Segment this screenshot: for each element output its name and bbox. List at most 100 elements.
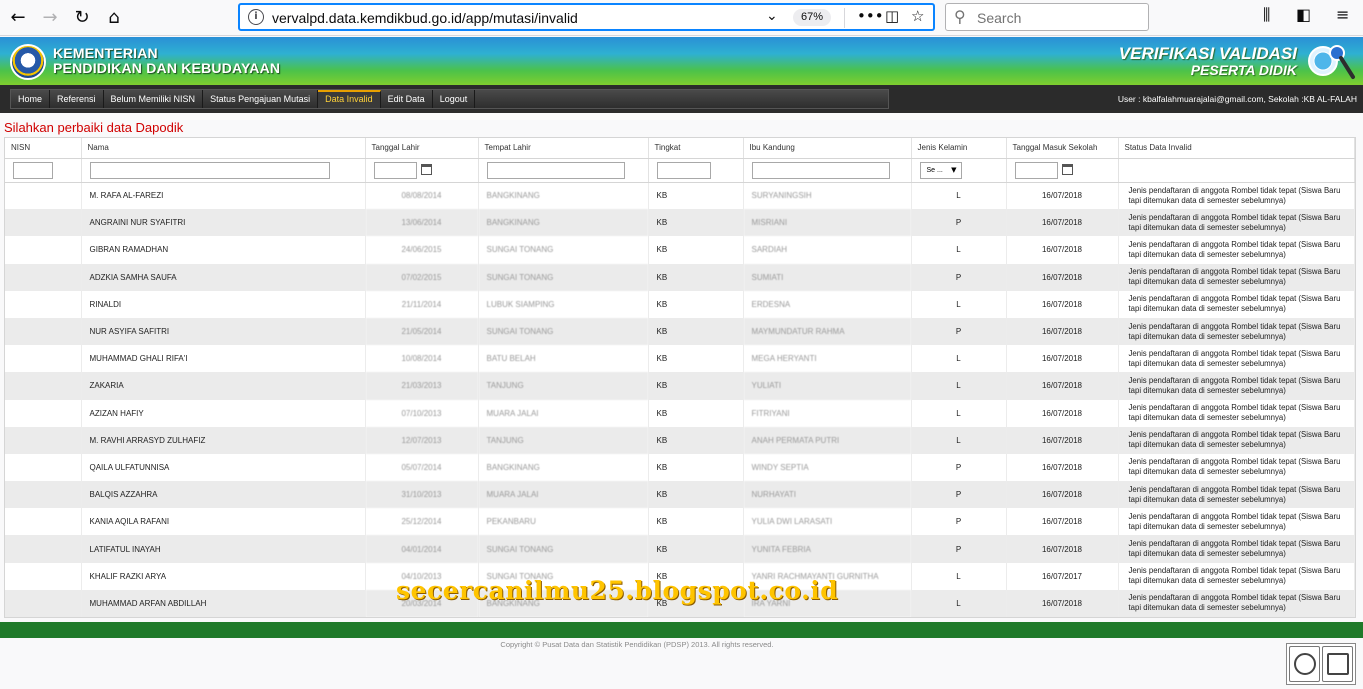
cell-tingkat: KB — [648, 209, 744, 237]
forward-icon[interactable]: → — [36, 4, 64, 30]
cell-nama: MUHAMMAD GHALI RIFA'I — [81, 345, 366, 373]
search-input[interactable]: ⚲ Search — [945, 3, 1149, 31]
pocket-icon[interactable]: ◫ — [885, 7, 899, 25]
table-row[interactable]: KANIA AQILA RAFANI 25/12/2014 PEKANBARU KB Y… — [5, 508, 1355, 536]
filter-input-nama[interactable] — [89, 161, 330, 179]
sidebar-icon[interactable]: ◧ — [1296, 5, 1311, 24]
cell-status-invalid: Jenis pendaftaran di anggota Rombel tida… — [1118, 209, 1355, 237]
filter-row: Se ... — [5, 158, 1355, 183]
column-header-tanggal-lahir[interactable]: Tanggal Lahir — [365, 138, 479, 159]
cell-ibu-kandung: YULIATI — [743, 372, 912, 400]
cell-tingkat: KB — [648, 535, 744, 563]
menu-item-status-pengajuan-mutasi[interactable]: Status Pengajuan Mutasi — [203, 90, 319, 108]
filter-cell-jenis-kelamin: Se ... — [911, 158, 1007, 183]
filter-cell-nama — [81, 158, 366, 183]
cell-status-invalid: Jenis pendaftaran di anggota Rombel tida… — [1118, 481, 1355, 509]
menu-item-edit-data[interactable]: Edit Data — [381, 90, 433, 108]
filter-cell-nisn — [5, 158, 82, 183]
cell-tempat-lahir: TANJUNG — [478, 372, 649, 400]
reload-icon[interactable]: ↻ — [68, 4, 96, 30]
home-icon[interactable]: ⌂ — [100, 4, 128, 30]
table-row[interactable]: ANGRAINI NUR SYAFITRI 13/06/2014 BANGKINAN… — [5, 209, 1355, 237]
filter-input-tempat-lahir[interactable] — [486, 161, 625, 179]
cell-nisn — [5, 182, 82, 210]
site-info-icon[interactable]: i — [248, 9, 264, 25]
filter-input-nisn[interactable] — [13, 161, 53, 179]
main-menu-bar: Home Referensi Belum Memiliki NISN Statu… — [0, 85, 1363, 113]
cell-status-invalid: Jenis pendaftaran di anggota Rombel tida… — [1118, 562, 1355, 590]
cell-jenis-kelamin: P — [911, 209, 1007, 237]
cell-nama: QAILA ULFATUNNISA — [81, 453, 366, 482]
column-header-tingkat[interactable]: Tingkat — [648, 138, 744, 159]
cell-jenis-kelamin: L — [911, 426, 1007, 454]
cell-tanggal-masuk: 16/07/2018 — [1006, 290, 1119, 318]
bookmark-star-icon[interactable]: ☆ — [911, 7, 924, 25]
menu-item-logout[interactable]: Logout — [433, 90, 476, 108]
chevron-down-icon[interactable]: ⌄ — [766, 8, 778, 24]
cell-status-invalid: Jenis pendaftaran di anggota Rombel tida… — [1118, 535, 1355, 563]
library-icon[interactable]: ⫼ — [1263, 5, 1270, 25]
cell-tanggal-lahir: 08/08/2014 — [365, 182, 479, 210]
hamburger-menu-icon[interactable]: ≡ — [1336, 5, 1349, 24]
ministry-name-line1: KEMENTERIAN — [53, 45, 158, 61]
menu-item-home[interactable]: Home — [11, 90, 51, 108]
table-row[interactable]: M. RAFA AL-FAREZI 08/08/2014 BANGKINANG KB S… — [5, 182, 1355, 210]
search-placeholder: Search — [977, 10, 1022, 26]
calendar-icon[interactable] — [420, 163, 432, 175]
cell-status-invalid: Jenis pendaftaran di anggota Rombel tida… — [1118, 290, 1355, 318]
table-row[interactable]: QAILA ULFATUNNISA 05/07/2014 BANGKINANG KB W… — [5, 453, 1355, 482]
cell-nama: AZIZAN HAFIY — [81, 399, 366, 427]
column-header-tanggal-masuk[interactable]: Tanggal Masuk Sekolah — [1006, 138, 1119, 159]
table-row[interactable]: MUHAMMAD GHALI RIFA'I 10/08/2014 BATU BELA… — [5, 345, 1355, 373]
cell-jenis-kelamin: L — [911, 182, 1007, 210]
menu-item-referensi[interactable]: Referensi — [50, 90, 104, 108]
cell-nama: LATIFATUL INAYAH — [81, 535, 366, 563]
app-brand-line2: PESERTA DIDIK — [1190, 62, 1297, 78]
filter-input-tingkat[interactable] — [656, 161, 711, 179]
column-header-nama[interactable]: Nama — [81, 138, 366, 159]
page-actions-icon[interactable]: ••• — [857, 7, 884, 25]
filter-input-ibu-kandung[interactable] — [751, 161, 890, 179]
cell-nisn — [5, 372, 82, 400]
cell-tanggal-lahir: 05/07/2014 — [365, 453, 479, 482]
table-row[interactable]: GIBRAN RAMADHAN 24/06/2015 SUNGAI TONANG KB… — [5, 236, 1355, 264]
table-row[interactable]: M. RAVHI ARRASYD ZULHAFIZ 12/07/2013 TANJU… — [5, 426, 1355, 454]
table-row[interactable]: ZAKARIA 21/03/2013 TANJUNG KB YULIATI L 16/07/… — [5, 372, 1355, 400]
filter-input-tanggal-lahir[interactable] — [373, 161, 417, 179]
table-row[interactable]: BALQIS AZZAHRA 31/10/2013 MUARA JALAI KB NUR… — [5, 481, 1355, 509]
menu-item-data-invalid[interactable]: Data Invalid — [318, 90, 381, 108]
table-row[interactable]: LATIFATUL INAYAH 04/01/2014 SUNGAI TONANG K… — [5, 535, 1355, 563]
ukas-crown-icon — [1326, 653, 1349, 675]
address-bar[interactable]: i vervalpd.data.kemdikbud.go.id/app/muta… — [238, 3, 935, 31]
back-icon[interactable]: ← — [4, 4, 32, 30]
cell-tanggal-masuk: 16/07/2018 — [1006, 372, 1119, 400]
app-brand: VERIFIKASI VALIDASI PESERTA DIDIK — [1119, 45, 1297, 78]
cell-tingkat: KB — [648, 453, 744, 482]
column-header-jenis-kelamin[interactable]: Jenis Kelamin — [911, 138, 1007, 159]
calendar-icon[interactable] — [1061, 163, 1073, 175]
column-header-tempat-lahir[interactable]: Tempat Lahir — [478, 138, 649, 159]
footer-copyright: Copyright © Pusat Data dan Statistik Pen… — [500, 640, 774, 649]
cell-nisn — [5, 263, 82, 291]
filter-select-jenis-kelamin[interactable]: Se ... — [919, 161, 962, 179]
header-row: NISN Nama Tanggal Lahir Tempat Lahir Tin… — [5, 138, 1355, 159]
table-row[interactable]: ADZKIA SAMHA SAUFA 07/02/2015 SUNGAI TONAN… — [5, 263, 1355, 291]
filter-input-tanggal-masuk[interactable] — [1014, 161, 1058, 179]
column-header-nisn[interactable]: NISN — [5, 138, 82, 159]
column-header-ibu-kandung[interactable]: Ibu Kandung — [743, 138, 912, 159]
cell-tingkat: KB — [648, 372, 744, 400]
column-header-status[interactable]: Status Data Invalid — [1118, 138, 1355, 159]
cell-nama: BALQIS AZZAHRA — [81, 481, 366, 509]
cell-jenis-kelamin: L — [911, 562, 1007, 590]
cell-ibu-kandung: NURHAYATI — [743, 481, 912, 509]
url-text[interactable]: vervalpd.data.kemdikbud.go.id/app/mutasi… — [272, 10, 578, 26]
cell-nisn — [5, 345, 82, 373]
cell-nama: KHALIF RAZKI ARYA — [81, 562, 366, 590]
menu-item-belum-memiliki-nisn[interactable]: Belum Memiliki NISN — [104, 90, 204, 108]
table-row[interactable]: AZIZAN HAFIY 07/10/2013 MUARA JALAI KB FITRI… — [5, 399, 1355, 427]
cell-tanggal-masuk: 16/07/2018 — [1006, 236, 1119, 264]
table-row[interactable]: RINALDI 21/11/2014 LUBUK SIAMPING KB ERDESNA… — [5, 290, 1355, 318]
cell-jenis-kelamin: L — [911, 399, 1007, 427]
zoom-level-badge[interactable]: 67% — [793, 9, 831, 26]
table-row[interactable]: NUR ASYIFA SAFITRI 21/05/2014 SUNGAI TONAN… — [5, 317, 1355, 346]
